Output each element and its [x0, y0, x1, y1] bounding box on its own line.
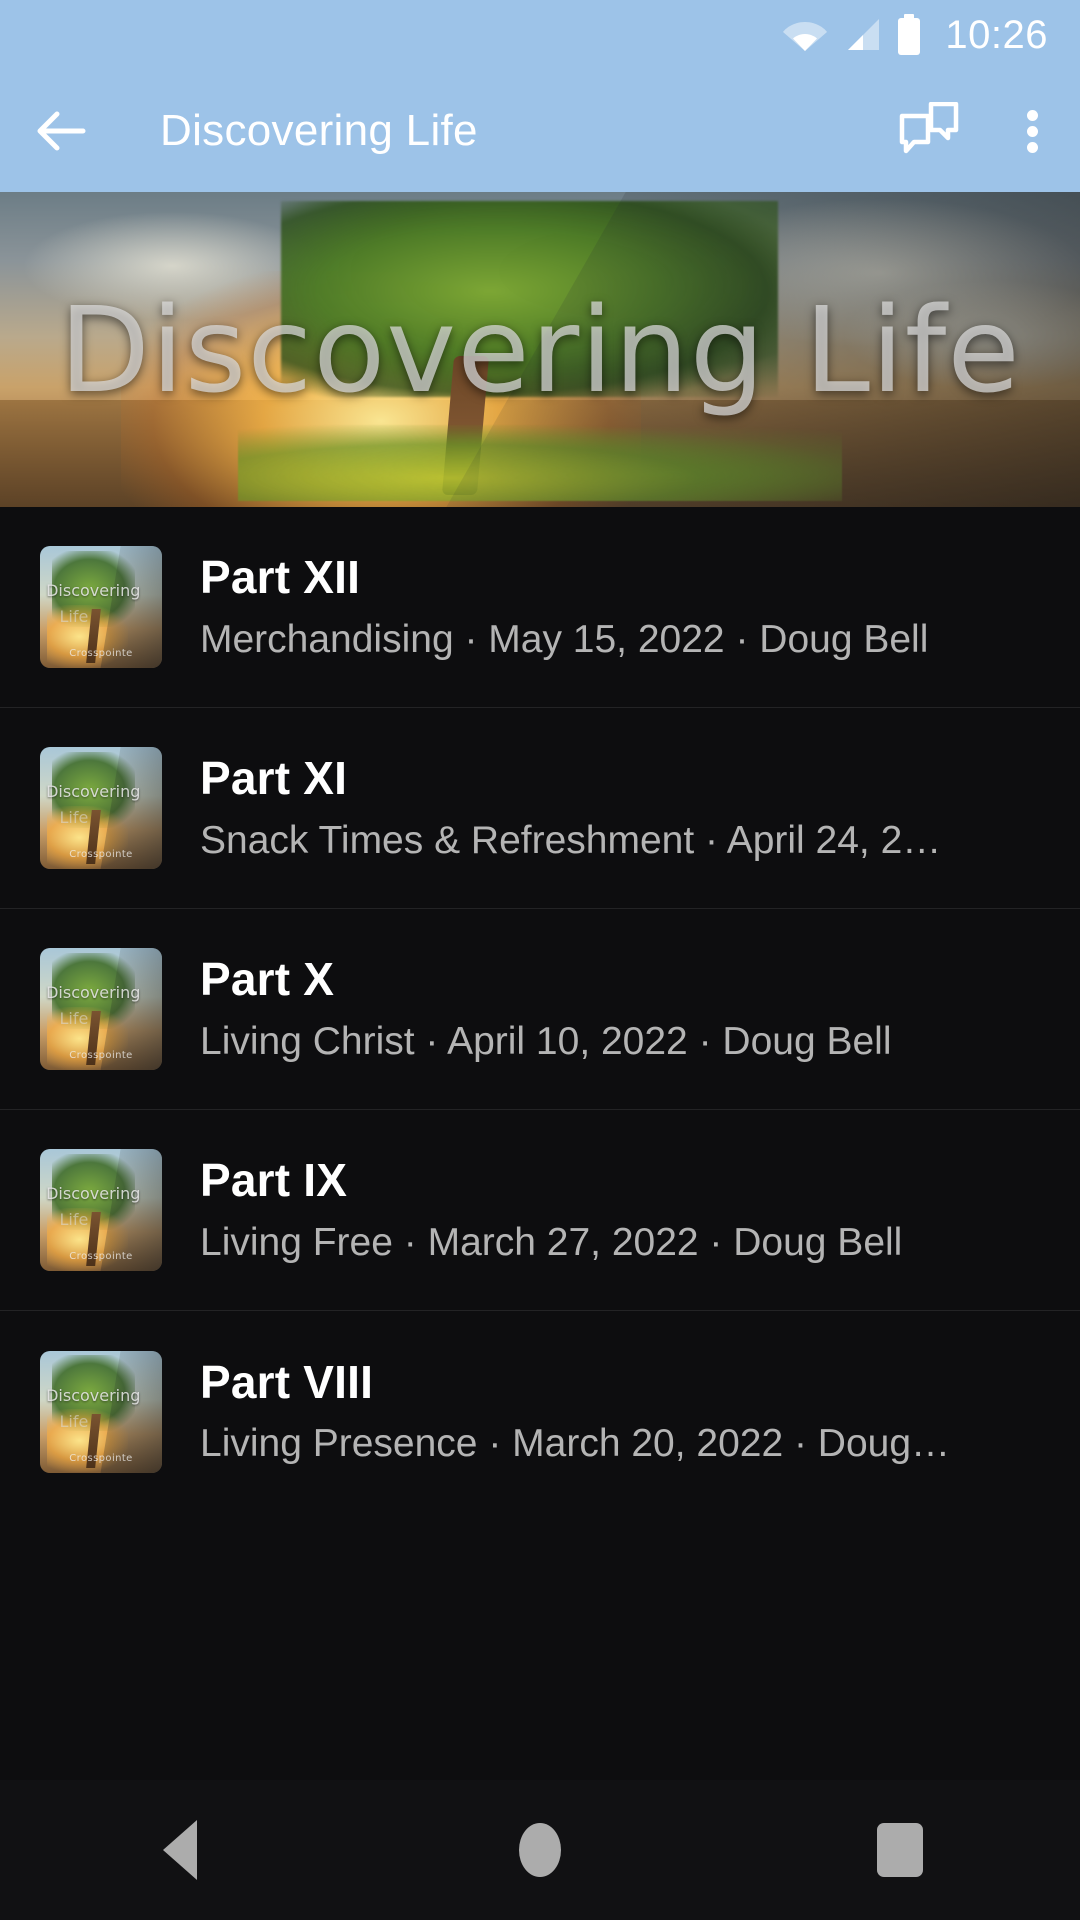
overflow-menu-button[interactable] [984, 70, 1080, 192]
wifi-icon [783, 18, 828, 52]
home-nav-button[interactable] [440, 1780, 640, 1920]
square-recents-icon [877, 1823, 923, 1877]
episode-title: Part XI [200, 753, 348, 805]
list-item[interactable]: Discovering Life Crosspointe Part XI Sna… [0, 708, 1080, 909]
thumb-line-3: Crosspointe [69, 1452, 133, 1464]
overflow-menu-icon [1026, 105, 1038, 158]
thumb-line-3: Crosspointe [69, 849, 133, 861]
thumb-line-3: Crosspointe [69, 1050, 133, 1062]
episode-thumbnail: Discovering Life Crosspointe [40, 747, 162, 869]
thumb-line-2: Life [59, 808, 89, 827]
episode-thumbnail: Discovering Life Crosspointe [40, 1350, 162, 1473]
thumb-line-1: Discovering [46, 1184, 141, 1204]
episode-subtitle: Living Presence · March 20, 2022 · Doug… [200, 1422, 951, 1466]
thumb-line-2: Life [59, 1210, 89, 1229]
app-bar: Discovering Life [0, 70, 1080, 192]
cell-signal-icon [841, 18, 881, 52]
list-item[interactable]: Discovering Life Crosspointe Part VIII L… [0, 1311, 1080, 1512]
back-nav-button[interactable] [80, 1780, 280, 1920]
thumb-line-2: Life [59, 1411, 89, 1431]
chat-button[interactable] [874, 70, 984, 192]
thumb-line-3: Crosspointe [69, 648, 133, 660]
thumb-line-1: Discovering [46, 983, 141, 1003]
episode-title: Part VIII [200, 1356, 374, 1408]
episode-title: Part X [200, 954, 335, 1006]
thumb-line-1: Discovering [46, 782, 141, 802]
episode-subtitle: Living Christ · April 10, 2022 · Doug Be… [200, 1019, 892, 1063]
episode-title: Part IX [200, 1155, 348, 1207]
back-arrow-icon [37, 111, 86, 151]
status-bar: 10:26 [0, 0, 1080, 70]
thumb-line-2: Life [59, 1009, 89, 1028]
recents-nav-button[interactable] [800, 1780, 1000, 1920]
battery-icon [895, 14, 923, 56]
triangle-back-icon [163, 1820, 197, 1880]
circle-home-icon [519, 1823, 561, 1877]
list-item[interactable]: Discovering Life Crosspointe Part IX Liv… [0, 1110, 1080, 1311]
back-button[interactable] [0, 70, 122, 192]
thumb-line-1: Discovering [46, 581, 141, 601]
thumb-line-2: Life [59, 607, 89, 626]
system-navigation-bar [0, 1780, 1080, 1920]
list-item[interactable]: Discovering Life Crosspointe Part X Livi… [0, 909, 1080, 1110]
page-title: Discovering Life [160, 106, 478, 155]
app-screen: 10:26 Discovering Life Discovering Life … [0, 0, 1080, 1920]
thumb-line-3: Crosspointe [69, 1251, 133, 1263]
episode-thumbnail: Discovering Life Crosspointe [40, 1149, 162, 1271]
episode-title: Part XII [200, 552, 361, 604]
episode-subtitle: Merchandising · May 15, 2022 · Doug Bell [200, 617, 929, 661]
status-clock: 10:26 [945, 13, 1048, 57]
list-item[interactable]: Discovering Life Crosspointe Part XII Me… [0, 507, 1080, 708]
episode-subtitle: Living Free · March 27, 2022 · Doug Bell [200, 1220, 903, 1264]
episode-thumbnail: Discovering Life Crosspointe [40, 546, 162, 668]
episode-thumbnail: Discovering Life Crosspointe [40, 948, 162, 1070]
series-hero-banner[interactable]: Discovering Life [0, 192, 1080, 507]
hero-title: Discovering Life [59, 280, 1021, 419]
episode-subtitle: Snack Times & Refreshment · April 24, 2… [200, 818, 942, 862]
thumb-line-1: Discovering [46, 1385, 141, 1405]
episode-list[interactable]: Discovering Life Crosspointe Part XII Me… [0, 507, 1080, 1780]
chat-icon [899, 102, 959, 154]
